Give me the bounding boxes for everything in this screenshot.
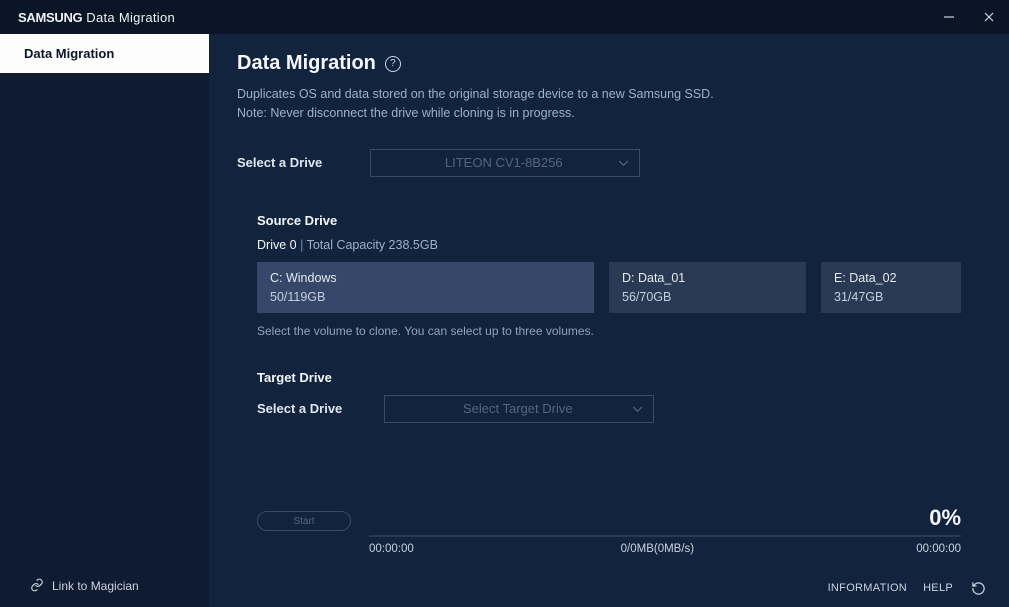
source-drive-select-row: Select a Drive LITEON CV1-8B256 xyxy=(237,149,981,177)
source-drive-value: LITEON CV1-8B256 xyxy=(389,155,618,170)
description-line-1: Duplicates OS and data stored on the ori… xyxy=(237,85,981,104)
app-logo: SAMSUNG Data Migration xyxy=(18,10,175,25)
volume-name: E: Data_02 xyxy=(834,271,948,285)
source-drive-title: Source Drive xyxy=(257,213,961,228)
progress-percent: 0% xyxy=(369,505,961,531)
target-drive-placeholder: Select Target Drive xyxy=(403,401,632,416)
volume-hint: Select the volume to clone. You can sele… xyxy=(257,324,961,338)
main-area: Data Migration Link to Magician Data Mig… xyxy=(0,34,1009,607)
volume-size: 50/119GB xyxy=(270,290,581,304)
drive-capacity: Total Capacity 238.5GB xyxy=(307,238,438,252)
progress-area: Start 0% 00:00:00 0/0MB(0MB/s) xyxy=(237,505,981,569)
remaining-time: 00:00:00 xyxy=(901,543,961,555)
close-icon xyxy=(983,11,995,23)
brand-bold: SAMSUNG xyxy=(18,10,82,25)
information-link[interactable]: INFORMATION xyxy=(828,582,907,594)
volume-list: C: Windows 50/119GB D: Data_01 56/70GB E: Da… xyxy=(257,262,961,313)
source-drive-section: Source Drive Drive 0 | Total Capacity 23… xyxy=(237,213,981,338)
progress-bar xyxy=(369,535,961,537)
volume-size: 56/70GB xyxy=(622,290,793,304)
elapsed-time: 00:00:00 xyxy=(369,543,414,555)
progress-time-row: 00:00:00 0/0MB(0MB/s) 00:00:00 xyxy=(257,543,961,555)
link-magician-label: Link to Magician xyxy=(52,579,139,593)
sidebar-spacer xyxy=(0,73,209,565)
sidebar-item-label: Data Migration xyxy=(24,46,114,61)
content: Data Migration ? Duplicates OS and data … xyxy=(209,34,1009,607)
volume-item[interactable]: D: Data_01 56/70GB xyxy=(609,262,806,313)
brand-light: Data Migration xyxy=(82,10,175,25)
target-drive-row: Select a Drive Select Target Drive xyxy=(257,395,981,423)
help-button[interactable]: ? xyxy=(385,56,401,72)
minimize-icon xyxy=(943,11,955,23)
content-body: Data Migration ? Duplicates OS and data … xyxy=(209,34,1009,569)
help-icon: ? xyxy=(390,58,396,69)
target-drive-title: Target Drive xyxy=(257,370,981,385)
source-drive-dropdown[interactable]: LITEON CV1-8B256 xyxy=(370,149,640,177)
chevron-down-icon xyxy=(618,154,629,172)
refresh-button[interactable] xyxy=(969,579,987,597)
progress-bar-row xyxy=(257,535,961,537)
throughput: 0/0MB(0MB/s) xyxy=(414,543,901,555)
window-controls xyxy=(929,0,1009,34)
link-icon xyxy=(30,578,44,595)
titlebar: SAMSUNG Data Migration xyxy=(0,0,1009,34)
description-line-2: Note: Never disconnect the drive while c… xyxy=(237,104,981,123)
select-drive-label: Select a Drive xyxy=(237,155,322,170)
volume-item[interactable]: C: Windows 50/119GB xyxy=(257,262,594,313)
drive-label: Drive 0 xyxy=(257,238,297,252)
page-description: Duplicates OS and data stored on the ori… xyxy=(237,85,981,123)
minimize-button[interactable] xyxy=(929,0,969,34)
footer: INFORMATION HELP xyxy=(209,569,1009,607)
page-title-row: Data Migration ? xyxy=(237,52,981,75)
refresh-icon xyxy=(971,581,986,596)
volume-size: 31/47GB xyxy=(834,290,948,304)
page-title: Data Migration xyxy=(237,52,376,75)
close-button[interactable] xyxy=(969,0,1009,34)
target-drive-dropdown[interactable]: Select Target Drive xyxy=(384,395,654,423)
link-to-magician[interactable]: Link to Magician xyxy=(0,565,209,607)
sidebar-item-data-migration[interactable]: Data Migration xyxy=(0,34,209,73)
target-select-label: Select a Drive xyxy=(257,401,342,416)
volume-name: C: Windows xyxy=(270,271,581,285)
target-drive-section: Target Drive Select a Drive Select Targe… xyxy=(237,370,981,423)
progress-percent-wrap: 0% xyxy=(369,505,961,531)
content-flex-spacer xyxy=(237,423,981,506)
progress-top-row: Start 0% xyxy=(257,505,961,531)
volume-item[interactable]: E: Data_02 31/47GB xyxy=(821,262,961,313)
help-link[interactable]: HELP xyxy=(923,582,953,594)
volume-name: D: Data_01 xyxy=(622,271,793,285)
start-label: Start xyxy=(293,516,314,527)
sidebar: Data Migration Link to Magician xyxy=(0,34,209,607)
chevron-down-icon xyxy=(632,400,643,418)
start-button[interactable]: Start xyxy=(257,511,351,531)
drive-info: Drive 0 | Total Capacity 238.5GB xyxy=(257,238,961,252)
